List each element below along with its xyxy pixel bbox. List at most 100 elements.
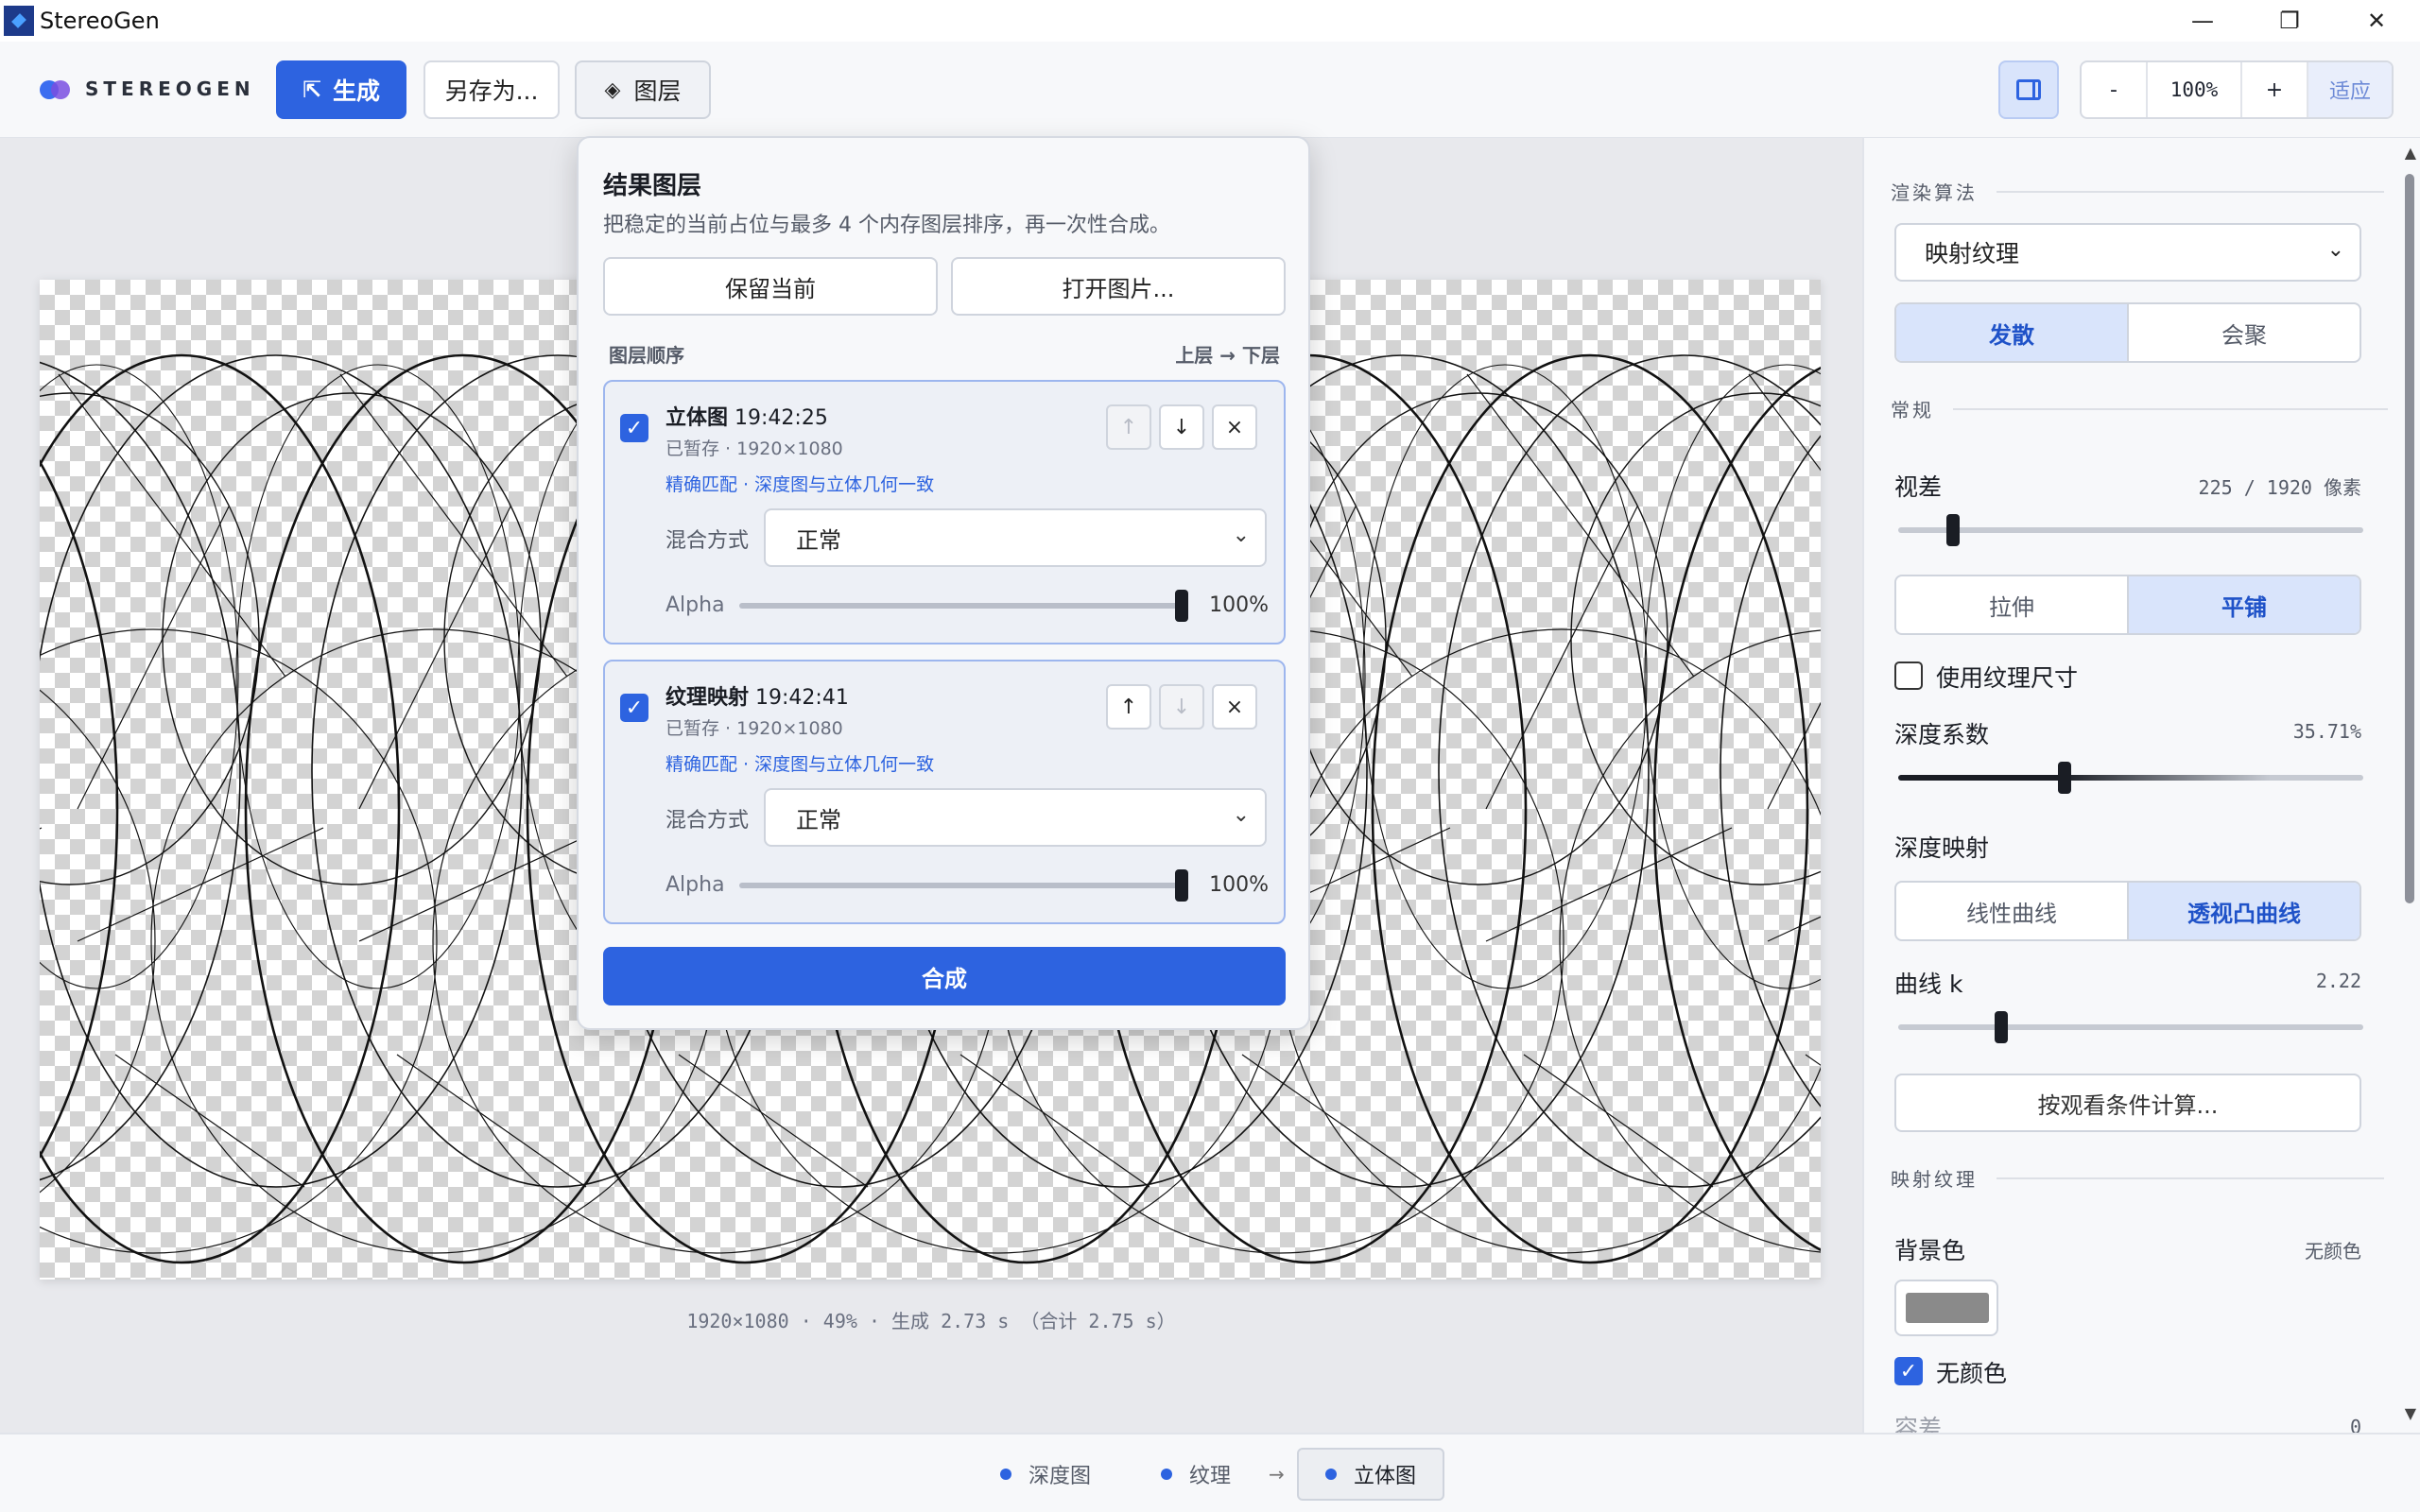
stereogram-stroke [58,373,286,678]
scroll-up-icon[interactable]: ▲ [2405,144,2416,162]
use-texture-size-label: 使用纹理尺寸 [1936,664,2079,692]
alpha-label: Alpha [666,593,725,617]
stereogram-arc [40,364,239,989]
alpha-value: 100% [1209,873,1269,897]
panel-scrollbar[interactable]: ▲ ▼ [2399,138,2420,1433]
canvas-status: 1920×1080 · 49% · 生成 2.73 s （合计 2.75 s） [686,1310,1176,1332]
stereogram-arc [1570,392,1821,885]
close-icon[interactable]: ✕ [2333,0,2420,42]
alpha-slider-track[interactable] [739,883,1182,888]
layers-popup: 结果图层 把稳定的当前占位与最多 4 个内存图层排序，再一次性合成。 保留当前 … [577,136,1310,1030]
chevron-down-icon: ⌄ [2326,238,2344,262]
layer-checkbox[interactable]: ✓ [620,414,648,442]
layers-button[interactable]: ◈ 图层 [575,60,711,119]
popup-title: 结果图层 [603,172,702,200]
stereogram-stroke [1466,373,1695,678]
stereogram-arc [40,459,119,1159]
parallax-slider-thumb[interactable] [1945,514,1960,546]
step-arrow-icon: → [1269,1463,1285,1486]
keep-current-button[interactable]: 保留当前 [603,257,938,316]
curve-k-slider-thumb[interactable] [1995,1011,2009,1043]
window-title: StereoGen [40,8,160,34]
scroll-thumb[interactable] [2405,174,2414,903]
no-color-checkbox[interactable]: ✓ [1894,1357,1923,1385]
stereogram-stroke [1767,916,1821,942]
stereogram-arc [1559,629,1821,1253]
fit-button[interactable]: 适应 [2308,62,2392,117]
scroll-down-icon[interactable]: ▼ [2405,1404,2416,1422]
curve-k-slider-track[interactable] [1898,1024,2363,1030]
settings-panel: 渲染算法 映射纹理 ⌄ 发散 会聚 常规 视差 225 / 1920 像素 拉伸… [1862,138,2420,1433]
generate-label: 生成 [333,77,381,105]
parallax-slider-track[interactable] [1898,527,2363,533]
layers-icon: ◈ [604,77,621,102]
mode-converge[interactable]: 会聚 [2127,304,2360,361]
layer-meta: 已暂存 · 1920×1080 [666,718,843,739]
depth-factor-value: 35.71% [2292,720,2361,743]
move-down-button[interactable]: ↓ [1159,684,1204,730]
zoom-out-button[interactable]: - [2082,62,2148,117]
brand-name: STEREOGEN [85,77,255,100]
depth-map-label: 深度映射 [1894,834,1990,862]
stereogram-arc [162,392,542,885]
move-up-button[interactable]: ↑ [1106,404,1151,450]
bg-color-value: 无颜色 [2305,1240,2361,1263]
compose-button[interactable]: 合成 [603,947,1286,1005]
mode-diverge[interactable]: 发散 [1896,304,2127,361]
step-stereogram[interactable]: 立体图 [1297,1448,1445,1501]
bg-color-fill [1906,1293,1989,1323]
layer-order-direction: 上层 → 下层 [1175,344,1280,367]
layer-name: 立体图 19:42:25 [666,406,828,430]
blend-mode-select[interactable]: 正常 ⌄ [764,788,1267,847]
fill-tile[interactable]: 平铺 [2127,576,2360,633]
zoom-controls: - 100% + 适应 [2080,60,2394,119]
use-texture-size-checkbox[interactable] [1894,662,1923,690]
cursor-sparkle-icon: ⇱ [302,77,322,103]
zoom-in-button[interactable]: + [2242,62,2308,117]
alpha-slider-track[interactable] [739,603,1182,609]
fill-stretch[interactable]: 拉伸 [1896,576,2127,633]
depth-factor-slider-track[interactable] [1898,775,2363,781]
blend-mode-label: 混合方式 [666,809,750,833]
alpha-slider-thumb[interactable] [1175,869,1188,902]
stereogram-arc [40,689,156,1194]
move-down-button[interactable]: ↓ [1159,404,1204,450]
zoom-level: 100% [2148,62,2242,117]
blend-mode-label: 混合方式 [666,529,750,553]
tolerance-label: 容差 [1894,1415,1943,1433]
generate-button[interactable]: ⇱ 生成 [276,60,406,119]
side-panel-toggle[interactable] [1998,60,2059,119]
alpha-slider-thumb[interactable] [1175,590,1188,622]
window-controls: — ❐ ✕ [2159,0,2420,42]
toolbar: STEREOGEN ⇱ 生成 另存为... ◈ 图层 - 100% + 适应 [0,42,2420,138]
open-image-button[interactable]: 打开图片... [951,257,1286,316]
algorithm-select[interactable]: 映射纹理 ⌄ [1894,223,2361,282]
step-texture[interactable]: 纹理 [1161,1448,1231,1501]
remove-layer-button[interactable]: × [1212,684,1257,730]
fill-segmented: 拉伸 平铺 [1894,575,2361,635]
stereogram-stroke [77,506,230,810]
save-as-button[interactable]: 另存为... [424,60,560,119]
bg-color-label: 背景色 [1894,1237,1966,1264]
stereogram-arc [40,361,241,1181]
stereogram-stroke [358,506,511,810]
move-up-button[interactable]: ↑ [1106,684,1151,730]
depth-factor-slider-thumb[interactable] [2057,762,2071,794]
layer-checkbox[interactable]: ✓ [620,694,648,722]
layer-order-label: 图层顺序 [609,344,684,367]
curve-linear[interactable]: 线性曲线 [1896,883,2127,939]
minimize-icon[interactable]: — [2159,0,2246,42]
curve-segmented: 线性曲线 透视凸曲线 [1894,881,2361,941]
bg-color-swatch[interactable] [1894,1280,1998,1336]
curve-perspective[interactable]: 透视凸曲线 [2127,883,2360,939]
alpha-value: 100% [1209,593,1269,617]
brand-logo-icon [40,78,72,99]
step-depth-map[interactable]: 深度图 [1000,1448,1091,1501]
blend-mode-select[interactable]: 正常 ⌄ [764,508,1267,567]
remove-layer-button[interactable]: × [1212,404,1257,450]
alpha-label: Alpha [666,873,725,897]
stereogram-arc [1362,364,1648,989]
title-bar: StereoGen — ❐ ✕ [0,0,2420,42]
compute-viewing-button[interactable]: 按观看条件计算... [1894,1074,2361,1132]
restore-icon[interactable]: ❐ [2246,0,2333,42]
